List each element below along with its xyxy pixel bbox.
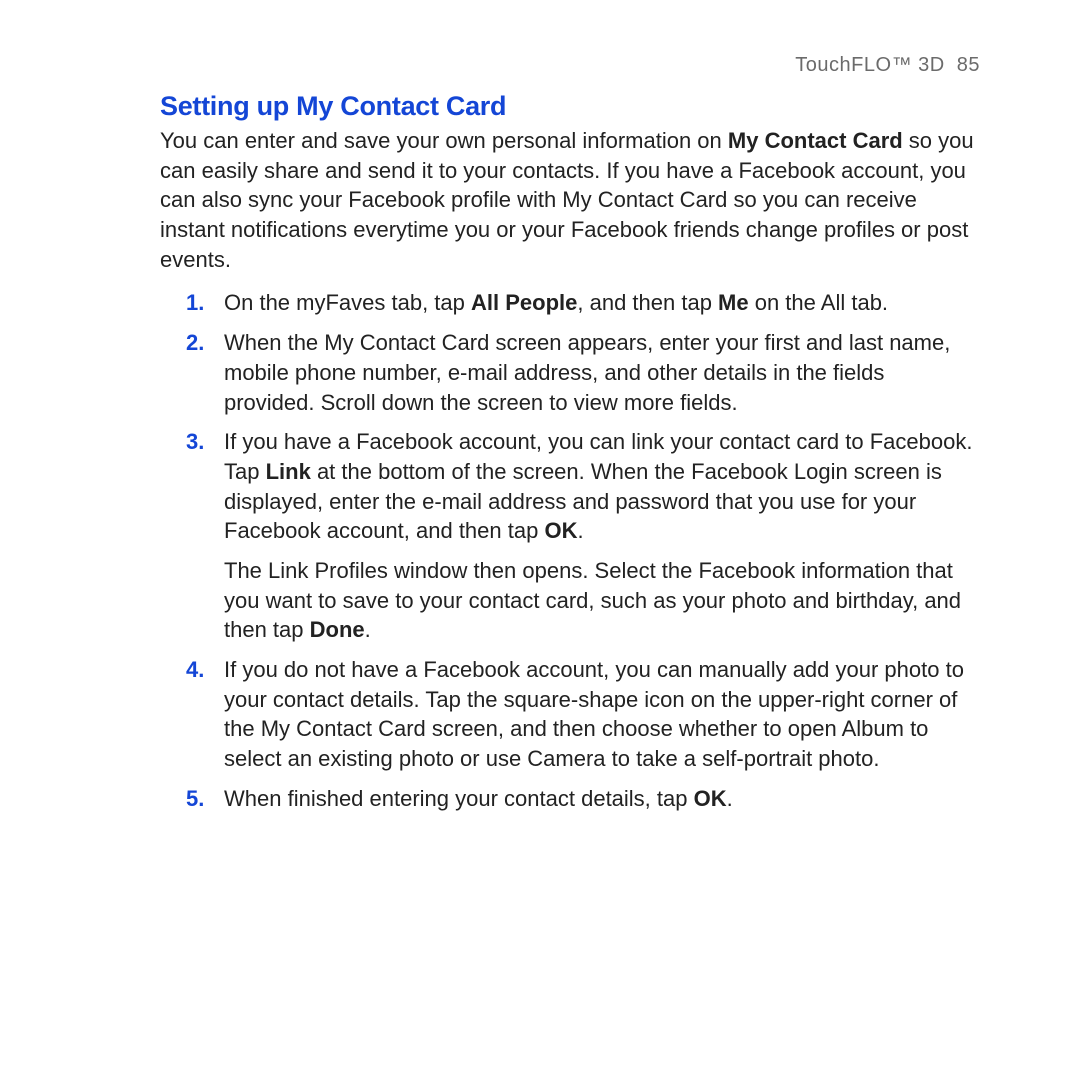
section-title: Setting up My Contact Card: [160, 91, 980, 122]
step-3-sub-c: .: [365, 617, 371, 642]
step-3: If you have a Facebook account, you can …: [220, 427, 980, 645]
step-3-bold-ok: OK: [544, 518, 577, 543]
step-3-subparagraph: The Link Profiles window then opens. Sel…: [224, 556, 980, 645]
step-4: If you do not have a Facebook account, y…: [220, 655, 980, 774]
step-3-text-d: .: [577, 518, 583, 543]
step-2-text: When the My Contact Card screen appears,…: [224, 330, 950, 414]
step-3-bold-done: Done: [310, 617, 365, 642]
intro-bold: My Contact Card: [728, 128, 903, 153]
step-2: When the My Contact Card screen appears,…: [220, 328, 980, 417]
step-1-bold-all-people: All People: [471, 290, 577, 315]
step-5-text-c: .: [727, 786, 733, 811]
running-title: TouchFLO™ 3D: [795, 54, 944, 76]
step-5-bold-ok: OK: [694, 786, 727, 811]
step-5: When finished entering your contact deta…: [220, 784, 980, 814]
step-1-bold-me: Me: [718, 290, 749, 315]
step-1-text-a: On the myFaves tab, tap: [224, 290, 471, 315]
steps-list: On the myFaves tab, tap All People, and …: [160, 288, 980, 813]
step-5-text-a: When finished entering your contact deta…: [224, 786, 694, 811]
step-1-text-d: on the All tab.: [749, 290, 888, 315]
running-header: TouchFLO™ 3D 85: [160, 54, 980, 77]
step-1-text-c: , and then tap: [577, 290, 718, 315]
step-4-text: If you do not have a Facebook account, y…: [224, 657, 964, 771]
page-container: TouchFLO™ 3D 85 Setting up My Contact Ca…: [0, 0, 1080, 1080]
step-3-bold-link: Link: [266, 459, 311, 484]
page-number: 85: [957, 54, 980, 76]
intro-paragraph: You can enter and save your own personal…: [160, 126, 980, 274]
intro-text-pre: You can enter and save your own personal…: [160, 128, 728, 153]
step-1: On the myFaves tab, tap All People, and …: [220, 288, 980, 318]
